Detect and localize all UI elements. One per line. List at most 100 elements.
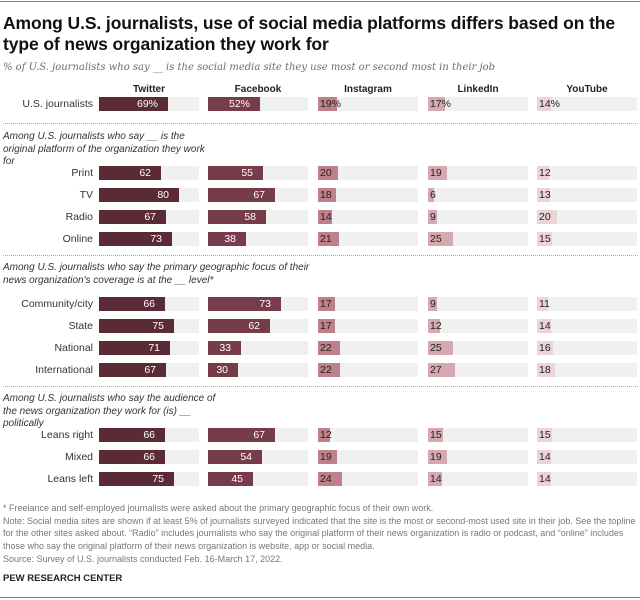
data-label: 9 — [430, 298, 436, 310]
bar-track: 9 — [428, 297, 528, 311]
row-label: TV — [79, 189, 93, 201]
data-label: 67 — [253, 189, 265, 201]
bar-track: 20 — [318, 166, 418, 180]
bar-track: 24 — [318, 472, 418, 486]
bar-track: 33 — [208, 341, 308, 355]
bar-track: 11 — [537, 297, 637, 311]
data-label: 14 — [320, 211, 332, 223]
bar-track: 22 — [318, 363, 418, 377]
column-header-facebook: Facebook — [234, 84, 282, 95]
top-rule — [0, 1, 640, 2]
data-label: 12 — [320, 429, 332, 441]
column-header-linkedin: LinkedIn — [457, 84, 499, 95]
bar-track: 14% — [537, 97, 637, 111]
data-label: 38 — [224, 233, 236, 245]
row-label: Community/city — [21, 298, 93, 310]
data-label: 14% — [539, 98, 561, 110]
data-label: 67 — [144, 211, 156, 223]
data-label: 19 — [430, 167, 442, 179]
data-label: 19 — [430, 451, 442, 463]
data-label: 17 — [320, 320, 332, 332]
bar-track: 19 — [428, 166, 528, 180]
chart-subtitle: % of U.S. journalists who say __ is the … — [3, 62, 496, 73]
footnote: * Freelance and self-employed journalist… — [3, 503, 434, 513]
bar-track: 52% — [208, 97, 308, 111]
data-label: 20 — [539, 211, 551, 223]
data-label: 54 — [240, 451, 252, 463]
source: Source: Survey of U.S. journalists condu… — [3, 553, 283, 564]
data-label: 75 — [152, 473, 164, 485]
data-label: 71 — [148, 342, 160, 354]
bar-track: 12 — [537, 166, 637, 180]
note: Note: Social media sites are shown if at… — [3, 515, 636, 552]
data-label: 11 — [539, 298, 550, 310]
data-label: 80 — [157, 189, 169, 201]
row-label: Mixed — [64, 451, 93, 463]
bar-track: 25 — [428, 232, 528, 246]
bar-track: 25 — [428, 341, 528, 355]
section-divider — [3, 123, 638, 124]
bar-track: 17 — [318, 319, 418, 333]
bar-track: 15 — [537, 232, 637, 246]
data-label: 55 — [241, 167, 253, 179]
data-label: 13 — [539, 189, 551, 201]
data-label: 62 — [248, 320, 260, 332]
data-label: 45 — [231, 473, 243, 485]
bar-track: 66 — [99, 297, 199, 311]
bar-track: 21 — [318, 232, 418, 246]
bar-track: 14 — [537, 450, 637, 464]
bar-track: 12 — [318, 428, 418, 442]
data-label: 22 — [320, 364, 332, 376]
data-label: 16 — [539, 342, 551, 354]
bar-track: 66 — [99, 450, 199, 464]
data-label: 17 — [320, 298, 332, 310]
bar-track: 16 — [537, 341, 637, 355]
data-label: 12 — [539, 167, 551, 179]
bar-track: 66 — [99, 428, 199, 442]
bar-track: 62 — [99, 166, 199, 180]
section-heading: Among U.S. journalists who say the prima… — [3, 262, 310, 286]
data-label: 9 — [430, 211, 436, 223]
data-label: 30 — [216, 364, 228, 376]
data-label: 15 — [539, 429, 551, 441]
data-label: 18 — [320, 189, 332, 201]
bar-track: 22 — [318, 341, 418, 355]
bar-track: 75 — [99, 319, 199, 333]
row-label: Radio — [65, 211, 93, 223]
bar-track: 20 — [537, 210, 637, 224]
section-heading: Among U.S. journalists who say the audie… — [3, 393, 216, 429]
bar-track: 80 — [99, 188, 199, 202]
bar-track: 14 — [537, 319, 637, 333]
bar-track: 67 — [99, 210, 199, 224]
bar-track: 15 — [537, 428, 637, 442]
bar-track: 17% — [428, 97, 528, 111]
bar-track: 14 — [318, 210, 418, 224]
row-label: Online — [62, 233, 93, 245]
data-label: 67 — [253, 429, 265, 441]
data-label: 25 — [430, 342, 442, 354]
chart-title: Among U.S. journalists, use of social me… — [3, 13, 616, 54]
brand-logo-text: PEW RESEARCH CENTER — [3, 573, 123, 584]
data-label: 18 — [539, 364, 551, 376]
column-header-instagram: Instagram — [344, 84, 392, 95]
data-label: 66 — [143, 451, 155, 463]
data-label: 27 — [430, 364, 442, 376]
row-label: Leans right — [41, 429, 93, 441]
data-label: 73 — [150, 233, 162, 245]
section-heading: Among U.S. journalists who say __ is the… — [3, 131, 205, 167]
data-label: 24 — [320, 473, 332, 485]
data-label: 20 — [320, 167, 332, 179]
data-label: 69% — [136, 98, 158, 110]
bar-track: 12 — [428, 319, 528, 333]
data-label: 66 — [143, 429, 155, 441]
data-label: 58 — [244, 211, 256, 223]
bar-track: 55 — [208, 166, 308, 180]
data-label: 19 — [320, 451, 332, 463]
data-label: 14 — [539, 320, 551, 332]
data-label: 52% — [228, 98, 250, 110]
bar-track: 19 — [318, 450, 418, 464]
data-label: 21 — [320, 233, 332, 245]
data-label: 75 — [152, 320, 164, 332]
bar-track: 62 — [208, 319, 308, 333]
row-label: Leans left — [47, 473, 93, 485]
